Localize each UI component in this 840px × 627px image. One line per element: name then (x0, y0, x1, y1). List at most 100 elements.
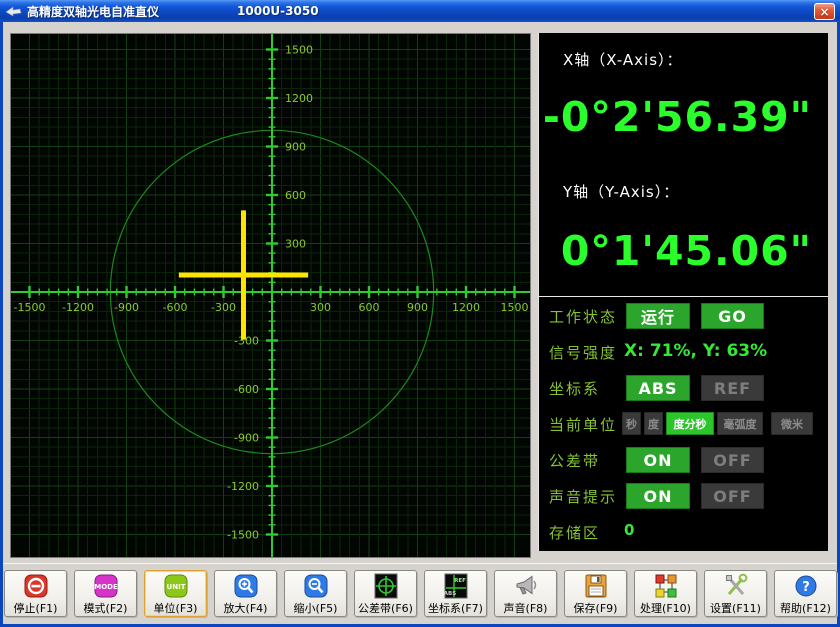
scope-plot-canvas: -1500 -1200 -900 -600 -300 300 600 900 1200 1500 -… (11, 34, 530, 557)
svg-text:-1500: -1500 (227, 529, 259, 542)
signal-strength-label: 信号强度 (549, 342, 617, 363)
toolbar-button-f3[interactable]: UNIT单位(F3) (144, 570, 207, 617)
tolerance-row: 公差带 ON OFF (539, 447, 828, 473)
toolbar-button-f6[interactable]: 公差带(F6) (354, 570, 417, 617)
toolbar-button-f2[interactable]: MODE 模式(F2) (74, 570, 137, 617)
coord-system-row: 坐标系 ABS REF (539, 375, 828, 401)
current-unit-row: 当前单位 秒 度 度分秒 毫弧度 微米 (539, 411, 828, 437)
zoom-in-icon (231, 573, 261, 599)
svg-text:300: 300 (310, 301, 331, 314)
toolbar-button-f8[interactable]: 声音(F8) (494, 570, 557, 617)
svg-text:?: ? (802, 580, 810, 595)
svg-text:900: 900 (407, 301, 428, 314)
unit-option-mrad[interactable]: 毫弧度 (717, 412, 763, 435)
svg-text:-900: -900 (114, 301, 139, 314)
svg-text:MODE: MODE (94, 583, 118, 591)
toolbar-button-f4[interactable]: 放大(F4) (214, 570, 277, 617)
current-unit-label: 当前单位 (549, 414, 617, 435)
toolbar-button-f10[interactable]: 处理(F10) (634, 570, 697, 617)
stop-icon (21, 573, 51, 599)
sound-icon (511, 573, 541, 599)
y-axis-label: Y轴（Y-Axis）： (563, 181, 679, 202)
storage-label: 存储区 (549, 522, 600, 543)
signal-strength-value: X: 71%, Y: 63% (624, 341, 767, 361)
tolerance-icon (371, 573, 401, 599)
svg-text:300: 300 (285, 238, 306, 251)
sound-row: 声音提示 ON OFF (539, 483, 828, 509)
settings-icon (721, 573, 751, 599)
x-axis-value: -0°2'56.39" (543, 93, 812, 141)
readout-panel: X轴（X-Axis）： -0°2'56.39" Y轴（Y-Axis）： 0°1'… (538, 33, 828, 551)
svg-text:900: 900 (285, 141, 306, 154)
toolbar-button-label: 帮助(F12) (780, 600, 831, 616)
function-key-toolbar: 停止(F1) MODE 模式(F2) UNIT单位(F3) 放大(F4) 缩小(F5) 公差… (3, 563, 837, 624)
unit-option-dms[interactable]: 度分秒 (666, 412, 714, 435)
close-button[interactable]: × (814, 3, 835, 20)
sound-on-button[interactable]: ON (626, 483, 690, 509)
abs-button[interactable]: ABS (626, 375, 690, 401)
svg-text:1200: 1200 (452, 301, 480, 314)
toolbar-button-label: 保存(F9) (574, 600, 618, 616)
sound-off-button[interactable]: OFF (701, 483, 764, 509)
coord-system-label: 坐标系 (549, 378, 600, 399)
svg-text:-300: -300 (211, 301, 236, 314)
toolbar-button-label: 停止(F1) (14, 600, 58, 616)
toolbar-button-f12[interactable]: ? 帮助(F12) (774, 570, 837, 617)
window-body: -1500 -1200 -900 -600 -300 300 600 900 1200 1500 -… (3, 22, 837, 624)
toolbar-button-f9[interactable]: 保存(F9) (564, 570, 627, 617)
svg-text:1500: 1500 (285, 44, 313, 57)
process-icon (651, 573, 681, 599)
ref-button[interactable]: REF (701, 375, 764, 401)
signal-strength-row: 信号强度 X: 71%, Y: 63% (539, 339, 828, 365)
y-axis-value: 0°1'45.06" (561, 227, 812, 275)
svg-text:-1200: -1200 (227, 480, 259, 493)
toolbar-button-label: 声音(F8) (504, 600, 548, 616)
svg-text:-900: -900 (234, 432, 259, 445)
toolbar-button-label: 坐标系(F7) (428, 600, 483, 616)
toolbar-button-f11[interactable]: 设置(F11) (704, 570, 767, 617)
svg-text:600: 600 (359, 301, 380, 314)
toolbar-button-f7[interactable]: REF ABS 坐标系(F7) (424, 570, 487, 617)
work-status-label: 工作状态 (549, 306, 617, 327)
run-button[interactable]: 运行 (626, 303, 690, 329)
svg-text:-1200: -1200 (62, 301, 94, 314)
svg-text:-300: -300 (234, 335, 259, 348)
svg-text:ABS: ABS (443, 591, 455, 597)
panel-divider (539, 296, 828, 297)
unit-option-micron[interactable]: 微米 (771, 412, 813, 435)
toolbar-button-label: 放大(F4) (224, 600, 268, 616)
save-icon (581, 573, 611, 599)
toolbar-button-f5[interactable]: 缩小(F5) (284, 570, 347, 617)
zoom-out-icon (301, 573, 331, 599)
x-axis-label: X轴（X-Axis）： (563, 49, 683, 70)
mode-icon: MODE (91, 573, 121, 599)
storage-value: 0 (624, 521, 634, 539)
close-icon: × (819, 5, 829, 19)
toolbar-button-label: 单位(F3) (154, 600, 198, 616)
unit-option-seconds[interactable]: 秒 (622, 412, 641, 435)
go-button[interactable]: GO (701, 303, 764, 329)
svg-text:-600: -600 (234, 383, 259, 396)
application-window: 高精度双轴光电自准直仪 1000U-3050 × -1500-1200-900-… (0, 0, 840, 627)
unit-icon: UNIT (161, 573, 191, 599)
toolbar-button-label: 缩小(F5) (294, 600, 338, 616)
svg-text:1500: 1500 (501, 301, 529, 314)
window-title: 高精度双轴光电自准直仪 (27, 3, 159, 20)
svg-text:REF: REF (454, 578, 466, 584)
tolerance-label: 公差带 (549, 450, 600, 471)
svg-text:600: 600 (285, 189, 306, 202)
svg-text:-1500: -1500 (14, 301, 46, 314)
sound-label: 声音提示 (549, 486, 617, 507)
toolbar-button-f1[interactable]: 停止(F1) (4, 570, 67, 617)
coord-system-icon: REF ABS (441, 573, 471, 599)
unit-option-degrees[interactable]: 度 (644, 412, 663, 435)
tolerance-on-button[interactable]: ON (626, 447, 690, 473)
app-icon (5, 4, 23, 18)
toolbar-button-label: 模式(F2) (84, 600, 128, 616)
tolerance-off-button[interactable]: OFF (701, 447, 764, 473)
help-icon: ? (791, 573, 821, 599)
work-status-row: 工作状态 运行 GO (539, 303, 828, 329)
storage-row: 存储区 0 (539, 519, 828, 545)
window-model-number: 1000U-3050 (237, 4, 319, 18)
title-bar: 高精度双轴光电自准直仪 1000U-3050 × (0, 0, 840, 22)
